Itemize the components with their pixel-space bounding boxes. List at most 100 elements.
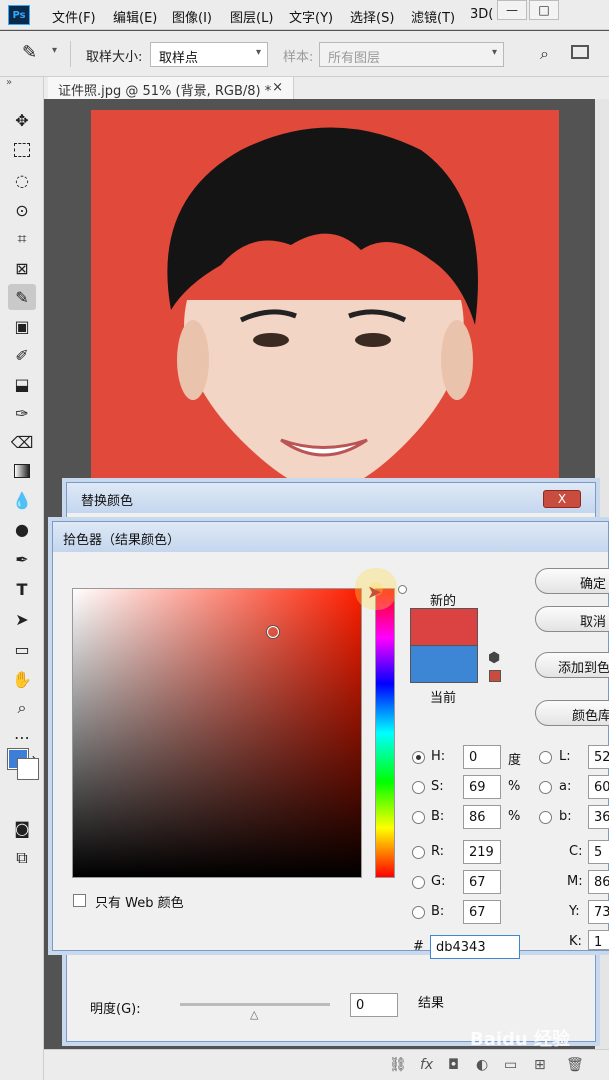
menu-type[interactable]: 文字(Y) (289, 7, 333, 26)
sample-size-select[interactable]: 取样点 ▾ (150, 42, 268, 67)
link-icon[interactable]: ⛓ (389, 1057, 407, 1073)
web-only-label: 只有 Web 颜色 (95, 896, 184, 911)
photoshop-logo: Ps (8, 5, 30, 25)
cancel-button[interactable]: 取消 (535, 606, 609, 632)
hue-slider[interactable] (375, 588, 395, 878)
color-field-marker[interactable] (267, 626, 279, 638)
menu-image[interactable]: 图像(I) (172, 7, 212, 26)
chevron-down-icon[interactable]: ▾ (52, 45, 57, 56)
crop-tool-icon[interactable]: ⌗ (8, 226, 36, 252)
r-label: R: (431, 844, 445, 859)
radio-brightness[interactable] (412, 811, 425, 824)
radio-blue[interactable] (412, 906, 425, 919)
color-libraries-button[interactable]: 颜色库 (535, 700, 609, 726)
c-field[interactable]: 5 (588, 840, 609, 864)
m-field[interactable]: 86 (588, 870, 609, 894)
divider (70, 41, 71, 67)
saturation-brightness-field[interactable] (72, 588, 362, 878)
hex-field[interactable]: db4343 (430, 935, 520, 959)
eyedropper-tool-icon[interactable]: ✎ (8, 284, 36, 310)
screen-mode-icon[interactable]: ⧉ (8, 845, 36, 871)
pen-tool-icon[interactable]: ✒ (8, 546, 36, 572)
radio-h[interactable] (412, 751, 425, 764)
chevron-down-icon: ▾ (255, 47, 261, 58)
radio-s[interactable] (412, 781, 425, 794)
options-bar: ✎ ▾ 取样大小: 取样点 ▾ 样本: 所有图层 ▾ ⌕ (0, 31, 609, 77)
frame-tool-icon[interactable]: ⊠ (8, 255, 36, 281)
lab-b-field[interactable]: 36 (588, 805, 609, 829)
brush-tool-icon[interactable]: ✐ (8, 342, 36, 368)
document-tab[interactable]: 证件照.jpg @ 51% (背景, RGB/8) * × (48, 77, 294, 99)
rectangle-tool-icon[interactable]: ▭ (8, 636, 36, 662)
add-to-swatches-button[interactable]: 添加到色 (535, 652, 609, 678)
search-icon[interactable]: ⌕ (540, 44, 549, 64)
h-field[interactable]: 0 (463, 745, 501, 769)
blue-field[interactable]: 67 (463, 900, 501, 924)
y-field[interactable]: 73 (588, 900, 609, 924)
blur-tool-icon[interactable]: 💧 (8, 487, 36, 513)
mask-icon[interactable]: ◘ (448, 1057, 459, 1073)
slider-handle[interactable]: △ (250, 1008, 258, 1021)
marquee-tool-icon[interactable] (8, 137, 36, 163)
radio-r[interactable] (412, 846, 425, 859)
color-picker-title: 拾色器（结果颜色） (53, 522, 608, 552)
quick-mask-icon[interactable]: ◙ (8, 815, 36, 841)
lasso-tool-icon[interactable]: ◌ (8, 167, 36, 193)
lightness-field[interactable]: 0 (350, 993, 398, 1017)
hand-tool-icon[interactable]: ✋ (8, 666, 36, 692)
menu-edit[interactable]: 编辑(E) (113, 7, 157, 26)
menu-file[interactable]: 文件(F) (52, 7, 96, 26)
k-field[interactable]: 1 (588, 930, 609, 950)
eraser-tool-icon[interactable]: ⌫ (8, 429, 36, 455)
cube-warning-icon[interactable]: ⬢ (488, 650, 500, 666)
gamut-warning-swatch[interactable] (489, 670, 501, 682)
dodge-tool-icon[interactable]: ● (8, 516, 36, 542)
gradient-tool-icon[interactable] (8, 458, 36, 484)
new-layer-icon[interactable]: ⊞ (534, 1057, 546, 1073)
type-tool-icon[interactable]: T (8, 576, 36, 602)
healing-tool-icon[interactable]: ▣ (8, 313, 36, 339)
web-only-checkbox[interactable] (73, 894, 86, 907)
quick-select-tool-icon[interactable]: ⊙ (8, 197, 36, 223)
collapse-icon[interactable]: » (6, 77, 12, 88)
tools-panel: » ✥ ◌ ⊙ ⌗ ⊠ ✎ ▣ ✐ ⬓ ✑ ⌫ 💧 ● ✒ T ➤ ▭ ✋ ⌕ … (0, 77, 44, 1080)
close-icon[interactable]: × (272, 80, 283, 95)
background-color-swatch[interactable] (18, 759, 38, 779)
g-field[interactable]: 67 (463, 870, 501, 894)
radio-l[interactable] (539, 751, 552, 764)
s-field[interactable]: 69 (463, 775, 501, 799)
lightness-slider[interactable] (180, 1003, 330, 1006)
minimize-button[interactable]: — (497, 0, 527, 20)
l-field[interactable]: 52 (588, 745, 609, 769)
adjustment-icon[interactable]: ◐ (476, 1057, 488, 1073)
move-tool-icon[interactable]: ✥ (8, 107, 36, 133)
close-button[interactable]: X (543, 490, 581, 508)
more-tools-icon[interactable]: ⋯ (8, 724, 36, 750)
stamp-tool-icon[interactable]: ⬓ (8, 371, 36, 397)
trash-icon[interactable]: 🗑 (566, 1057, 584, 1073)
r-field[interactable]: 219 (463, 840, 501, 864)
menu-filter[interactable]: 滤镜(T) (411, 7, 455, 26)
hue-slider-handle[interactable] (398, 585, 407, 594)
document-tab-bar: 证件照.jpg @ 51% (背景, RGB/8) * × (0, 77, 609, 99)
add-to-swatches-label: 添加到色 (558, 661, 609, 676)
menu-select[interactable]: 选择(S) (350, 7, 394, 26)
a-field[interactable]: 60 (588, 775, 609, 799)
brightness-field[interactable]: 86 (463, 805, 501, 829)
maximize-button[interactable]: □ (529, 0, 559, 20)
radio-a[interactable] (539, 781, 552, 794)
menu-3d[interactable]: 3D( (470, 7, 493, 22)
radio-lab-b[interactable] (539, 811, 552, 824)
eyedropper-icon[interactable]: ✎ (22, 42, 37, 63)
current-color-swatch[interactable] (410, 645, 478, 683)
ok-button[interactable]: 确定 (535, 568, 609, 594)
history-brush-icon[interactable]: ✑ (8, 400, 36, 426)
menu-layer[interactable]: 图层(L) (230, 7, 273, 26)
sample-size-label: 取样大小: (86, 50, 143, 65)
zoom-tool-icon[interactable]: ⌕ (8, 695, 36, 721)
path-select-tool-icon[interactable]: ➤ (8, 606, 36, 632)
folder-icon[interactable]: ▭ (504, 1057, 517, 1073)
fx-icon[interactable]: fx (420, 1057, 433, 1073)
radio-g[interactable] (412, 876, 425, 889)
workspace-icon[interactable] (571, 45, 589, 59)
